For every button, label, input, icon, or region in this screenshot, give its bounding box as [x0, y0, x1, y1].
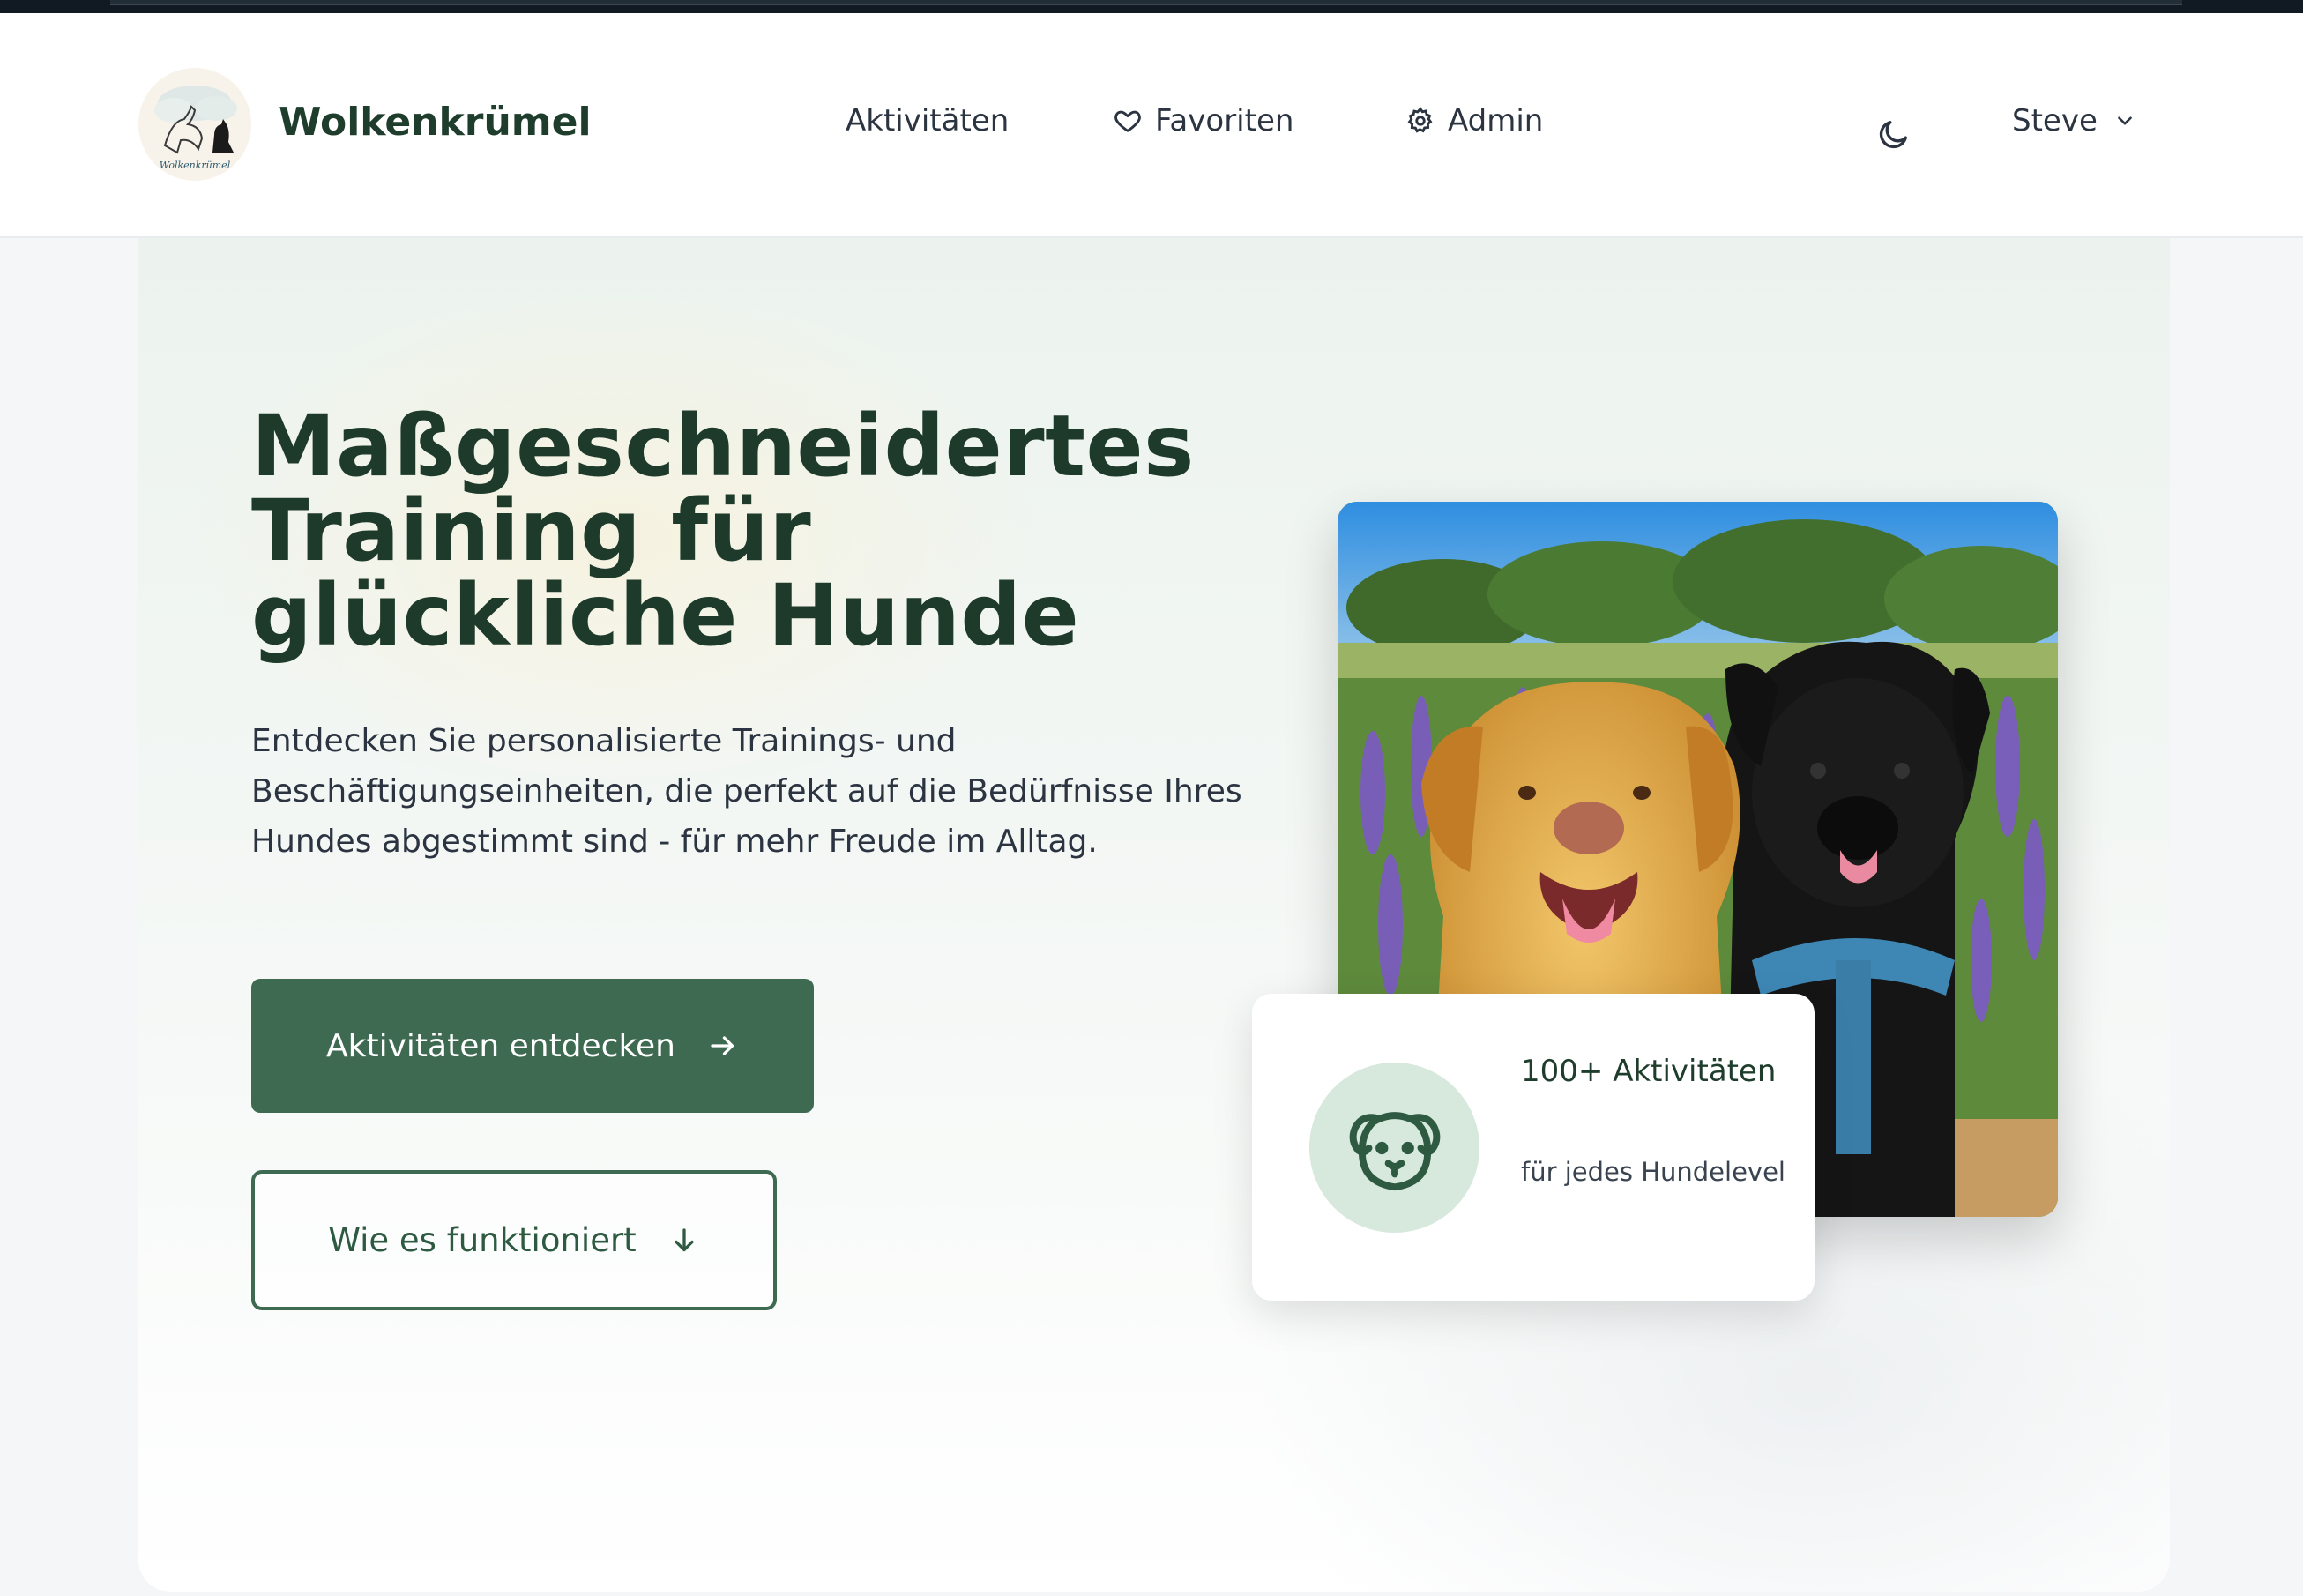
nav-favorites-label: Favoriten	[1155, 103, 1294, 138]
logo-illustration: Wolkenkrümel	[154, 86, 237, 171]
stat-subtitle: für jedes Hundelevel	[1521, 1157, 1785, 1187]
chevron-down-icon	[2118, 116, 2132, 125]
nav-admin[interactable]: Admin	[1405, 103, 1543, 138]
gear-icon	[1407, 107, 1433, 133]
nav-activities[interactable]: Aktivitäten	[846, 103, 1009, 138]
logo-caption: Wolkenkrümel	[160, 160, 231, 171]
discover-activities-label: Aktivitäten entdecken	[326, 1027, 675, 1064]
activities-stat-card: 100+ Aktivitäten für jedes Hundelevel	[1252, 994, 1815, 1301]
nav-activities-label: Aktivitäten	[846, 103, 1010, 138]
heart-icon	[1114, 110, 1141, 132]
browser-top-strip	[0, 0, 2303, 13]
nav-favorites[interactable]: Favoriten	[1113, 103, 1293, 138]
nav-admin-label: Admin	[1448, 103, 1544, 138]
discover-activities-button[interactable]: Aktivitäten entdecken	[251, 979, 814, 1113]
how-it-works-label: Wie es funktioniert	[328, 1221, 637, 1259]
hero-subtext: Entdecken Sie personalisierte Trainings-…	[251, 723, 1242, 860]
brand-name[interactable]: Wolkenkrümel	[279, 100, 592, 145]
user-menu[interactable]: Steve	[2012, 103, 2136, 138]
hero-headline: Maßgeschneidertes Training für glücklich…	[251, 397, 1195, 665]
site-header: Wolkenkrümel Wolkenkrümel Aktivitäten Fa…	[0, 13, 2303, 238]
dog-face-icon	[1349, 1111, 1440, 1190]
moon-icon[interactable]	[1876, 116, 1912, 152]
stat-title: 100+ Aktivitäten	[1521, 1054, 1777, 1089]
arrow-down-icon	[675, 1227, 694, 1251]
dog-icon-circle	[1309, 1063, 1479, 1233]
how-it-works-button[interactable]: Wie es funktioniert	[251, 1170, 777, 1310]
user-name: Steve	[2012, 103, 2098, 138]
browser-url-bar-edge	[110, 0, 2182, 5]
arrow-right-icon	[711, 1036, 734, 1055]
brand-logo[interactable]: Wolkenkrümel	[138, 68, 251, 181]
